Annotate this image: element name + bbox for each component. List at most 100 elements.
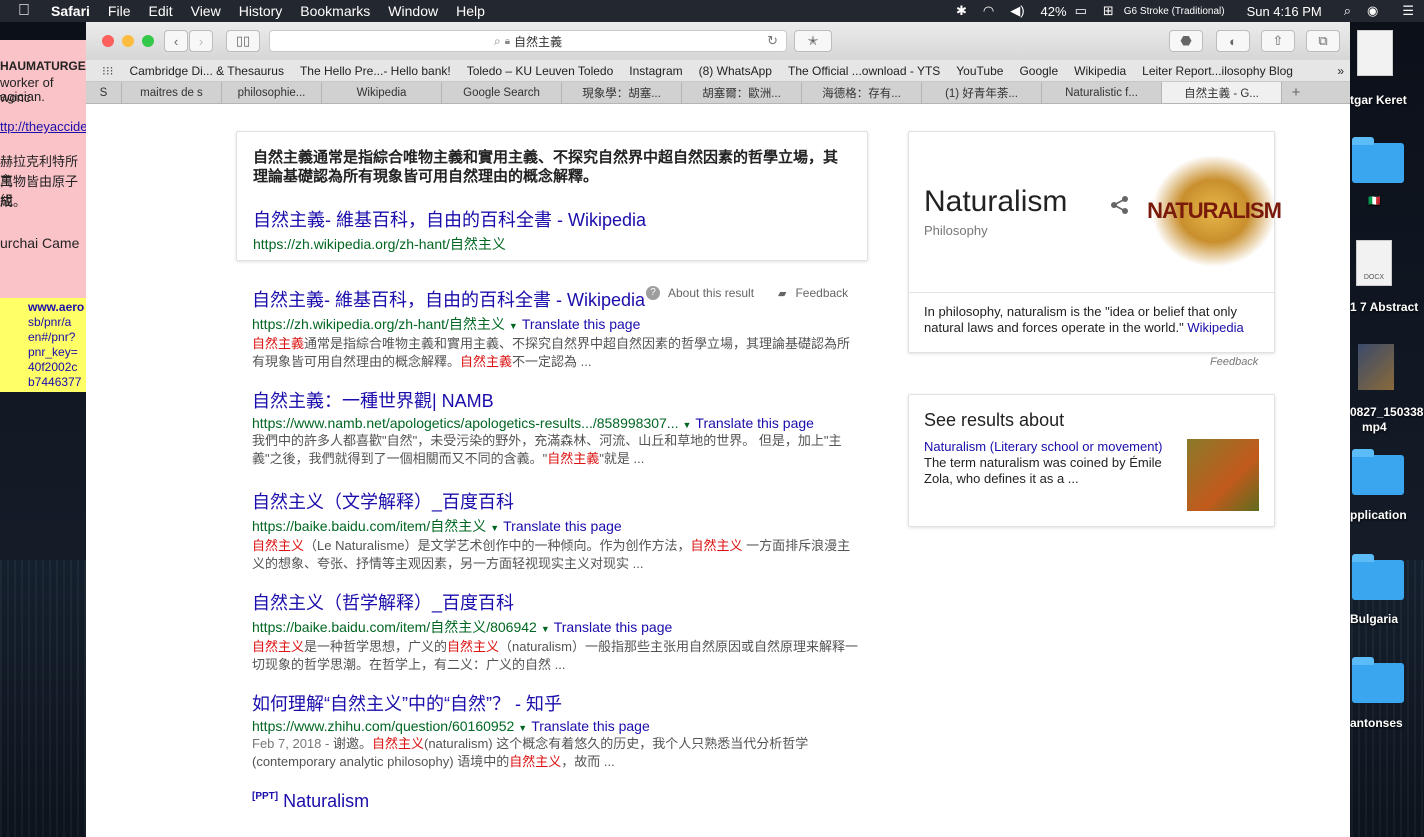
desktop-label[interactable]: tgar Keret xyxy=(1350,93,1407,107)
tab[interactable]: 現象學：胡塞... xyxy=(562,82,682,103)
translate-link[interactable]: Translate this page xyxy=(695,415,814,431)
battery-icon[interactable]: ▭ xyxy=(1075,3,1095,19)
see-results-link[interactable]: Naturalism (Literary school or movement) xyxy=(924,439,1162,454)
siri-icon[interactable]: ◉ xyxy=(1359,3,1394,19)
desktop-folder-icon[interactable] xyxy=(1352,554,1404,600)
reload-icon[interactable]: ↻ xyxy=(767,33,778,49)
result-url: https://www.zhihu.com/question/60160952 ▼… xyxy=(252,718,650,734)
notification-center-icon[interactable]: ☰ xyxy=(1394,3,1424,19)
tab[interactable]: S xyxy=(86,82,122,103)
result-title-link[interactable]: 自然主義：一種世界觀| NAMB xyxy=(252,387,862,413)
tab[interactable]: Wikipedia xyxy=(322,82,442,103)
app-menu[interactable]: Safari xyxy=(42,3,99,19)
wifi-icon[interactable]: ◠ xyxy=(975,3,1002,19)
tab[interactable]: 海德格：存有... xyxy=(802,82,922,103)
menu-help[interactable]: Help xyxy=(447,3,494,19)
tab[interactable]: 胡塞爾：歐洲... xyxy=(682,82,802,103)
favorite-item[interactable]: The Official ...ownload - YTS xyxy=(780,64,948,78)
desktop-label[interactable]: antonses xyxy=(1350,716,1403,730)
back-button[interactable]: ‹ xyxy=(164,30,188,52)
tab[interactable]: Naturalistic f... xyxy=(1042,82,1162,103)
docx-file-icon[interactable]: DOCX xyxy=(1356,240,1392,286)
image-file-icon[interactable] xyxy=(1358,344,1394,390)
menu-view[interactable]: View xyxy=(182,3,230,19)
tab-active[interactable]: 自然主義 - G... xyxy=(1162,82,1282,103)
knowledge-panel-feedback[interactable]: Feedback xyxy=(1210,356,1258,368)
dropdown-caret-icon[interactable]: ▼ xyxy=(518,723,527,733)
translate-link[interactable]: Translate this page xyxy=(522,316,641,332)
sticky-note-yellow[interactable]: www.aero sb/pnr/a en#/pnr? pnr_key= 40f2… xyxy=(0,298,86,392)
result-title-link[interactable]: 自然主义（哲学解释）_百度百科 xyxy=(252,589,862,615)
featured-snippet-title-link[interactable]: 自然主義- 維基百科，自由的百科全書 - Wikipedia xyxy=(253,206,851,232)
minimize-button[interactable] xyxy=(122,35,134,47)
forward-button[interactable]: › xyxy=(189,30,213,52)
desktop-folder-icon[interactable] xyxy=(1352,657,1404,703)
desktop-folder-icon[interactable] xyxy=(1352,137,1404,183)
menu-bookmarks[interactable]: Bookmarks xyxy=(291,3,379,19)
apple-icon[interactable]:  xyxy=(0,2,42,20)
desktop-label[interactable]: pplication xyxy=(1350,508,1407,522)
dropdown-caret-icon[interactable]: ▼ xyxy=(490,523,499,533)
desktop-label[interactable]: 0827_150338 xyxy=(1350,405,1423,419)
favorite-item[interactable]: Leiter Report...ilosophy Blog xyxy=(1134,64,1301,78)
menu-window[interactable]: Window xyxy=(379,3,447,19)
menu-edit[interactable]: Edit xyxy=(139,3,181,19)
result-title-link[interactable]: 自然主義- 維基百科，自由的百科全書 - Wikipedia xyxy=(252,286,862,312)
tab[interactable]: (1) 好青年荼... xyxy=(922,82,1042,103)
result-url: https://zh.wikipedia.org/zh-hant/自然主义 ▼ Tr… xyxy=(252,316,641,332)
tab[interactable]: philosophie... xyxy=(222,82,322,103)
menu-file[interactable]: File xyxy=(99,3,140,19)
input-method-icon[interactable]: ⊞ xyxy=(1095,3,1116,19)
favorite-item[interactable]: Toledo – KU Leuven Toledo xyxy=(459,64,622,78)
grid-icon[interactable]: ⁝⁝⁝ xyxy=(86,64,121,78)
translate-link[interactable]: Translate this page xyxy=(554,619,673,635)
tabs-overview-button[interactable]: ⧉ xyxy=(1306,30,1340,52)
tab[interactable]: Google Search xyxy=(442,82,562,103)
favorite-item[interactable]: (8) WhatsApp xyxy=(691,64,780,78)
sticky-note-pink[interactable]: HAUMATURGE worker of wonc agician. ttp:/… xyxy=(0,40,86,298)
translate-link[interactable]: Translate this page xyxy=(503,518,622,534)
translate-link[interactable]: Translate this page xyxy=(531,718,650,734)
see-results-thumbnail[interactable] xyxy=(1187,439,1259,511)
favorite-item[interactable]: YouTube xyxy=(948,64,1011,78)
favorite-item[interactable]: Cambridge Di... & Thesaurus xyxy=(121,64,292,78)
spotlight-search-icon[interactable]: ⌕ xyxy=(1336,3,1359,19)
favorites-overflow-icon[interactable]: » xyxy=(1337,64,1344,78)
dropdown-caret-icon[interactable]: ▼ xyxy=(541,624,550,634)
result-title-link[interactable]: 如何理解“自然主义”中的“自然”？ - 知乎 xyxy=(252,690,862,716)
favorite-item[interactable]: Google xyxy=(1011,64,1066,78)
favorite-item[interactable]: Instagram xyxy=(621,64,690,78)
zoom-button[interactable] xyxy=(142,35,154,47)
share-icon[interactable] xyxy=(1109,194,1131,222)
volume-icon[interactable]: ◀) xyxy=(1002,3,1032,19)
battery-percent[interactable]: 42% xyxy=(1033,4,1075,19)
sticky-link[interactable]: ttp://theyaccider xyxy=(0,119,86,134)
desktop-label[interactable]: 1 7 Abstract xyxy=(1350,300,1418,314)
menu-history[interactable]: History xyxy=(230,3,292,19)
favorite-item[interactable]: Wikipedia xyxy=(1066,64,1134,78)
clock[interactable]: Sun 4:16 PM xyxy=(1233,4,1336,19)
extension-shield-icon[interactable]: ⬣ xyxy=(1169,30,1203,52)
input-method[interactable]: G6 Stroke (Traditional) xyxy=(1116,6,1233,17)
result-title-link[interactable]: 自然主义（文学解释）_百度百科 xyxy=(252,488,862,514)
search-icon: ⌕ xyxy=(493,33,501,48)
favorite-item[interactable]: The Hello Pre...- Hello bank! xyxy=(292,64,459,78)
close-button[interactable] xyxy=(102,35,114,47)
bookmark-star-button[interactable]: ✭ xyxy=(794,30,832,52)
desktop-label[interactable]: mp4 xyxy=(1362,420,1387,434)
desktop-folder-icon[interactable] xyxy=(1352,449,1404,495)
sidebar-icon[interactable]: ▯▯ xyxy=(226,30,260,52)
bluetooth-icon[interactable]: ✱ xyxy=(948,3,975,19)
tab[interactable]: maitres de s xyxy=(122,82,222,103)
result-title-link[interactable]: [PPT] Naturalism xyxy=(252,791,862,812)
address-bar[interactable]: ⌕ 🔒︎ 自然主義 ↻ xyxy=(269,30,787,52)
new-tab-button[interactable]: + xyxy=(1282,82,1310,103)
dropdown-caret-icon[interactable]: ▼ xyxy=(682,420,691,430)
knowledge-panel-image[interactable]: NATURALISM xyxy=(1147,156,1282,266)
dropdown-caret-icon[interactable]: ▼ xyxy=(509,321,518,331)
desktop-file-icon[interactable] xyxy=(1357,30,1393,76)
extension-grammarly-icon[interactable]: ◐ xyxy=(1216,30,1250,52)
share-button[interactable]: ⇧ xyxy=(1261,30,1295,52)
desktop-label[interactable]: Bulgaria xyxy=(1350,612,1398,626)
wikipedia-source-link[interactable]: Wikipedia xyxy=(1187,320,1243,335)
